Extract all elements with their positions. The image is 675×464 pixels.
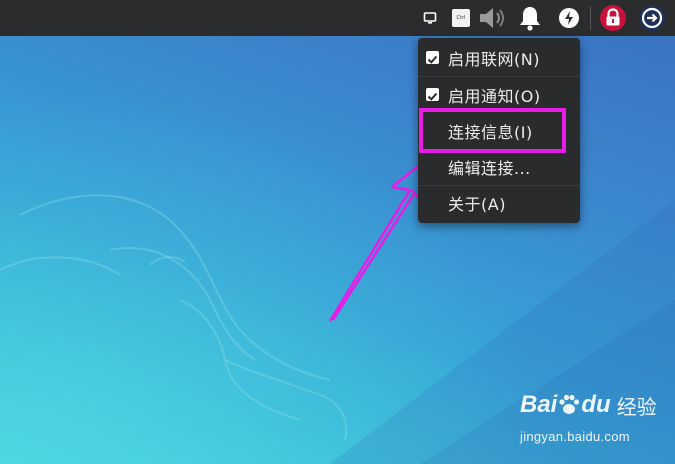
top-panel: Ctrl <box>0 0 675 36</box>
annotation-highlight-box <box>419 108 566 153</box>
baidu-jingyan-watermark: Bai du 经验 jingyan.baidu.com <box>520 385 670 460</box>
power-icon[interactable] <box>556 0 582 36</box>
menu-item-about[interactable]: 关于(A) <box>418 185 580 221</box>
paw-icon <box>559 394 580 414</box>
menu-item-label: 启用联网(N) <box>448 50 540 69</box>
watermark-brand-cn: 经验 <box>616 396 657 419</box>
ctrl-key-label: Ctrl <box>456 15 466 21</box>
menu-item-label: 关于(A) <box>448 195 506 214</box>
watermark-brand-b: du <box>581 391 611 418</box>
volume-icon[interactable] <box>477 0 509 36</box>
menu-item-label: 启用通知(O) <box>448 87 541 106</box>
tray-separator <box>590 6 591 30</box>
lock-icon[interactable] <box>598 0 628 36</box>
watermark-url: jingyan.baidu.com <box>520 429 630 444</box>
keyboard-ctrl-icon[interactable]: Ctrl <box>450 0 472 36</box>
display-icon[interactable] <box>420 0 440 36</box>
checkbox-checked-icon[interactable] <box>426 88 439 101</box>
notification-bell-icon[interactable] <box>515 0 545 36</box>
network-connection-icon[interactable] <box>637 0 667 36</box>
menu-item-enable-networking[interactable]: 启用联网(N) <box>418 40 580 76</box>
menu-item-label: 编辑连接... <box>448 159 531 178</box>
checkbox-checked-icon[interactable] <box>426 51 439 64</box>
watermark-brand-a: Bai <box>520 391 558 418</box>
menu-item-edit-connections[interactable]: 编辑连接... <box>418 149 580 185</box>
